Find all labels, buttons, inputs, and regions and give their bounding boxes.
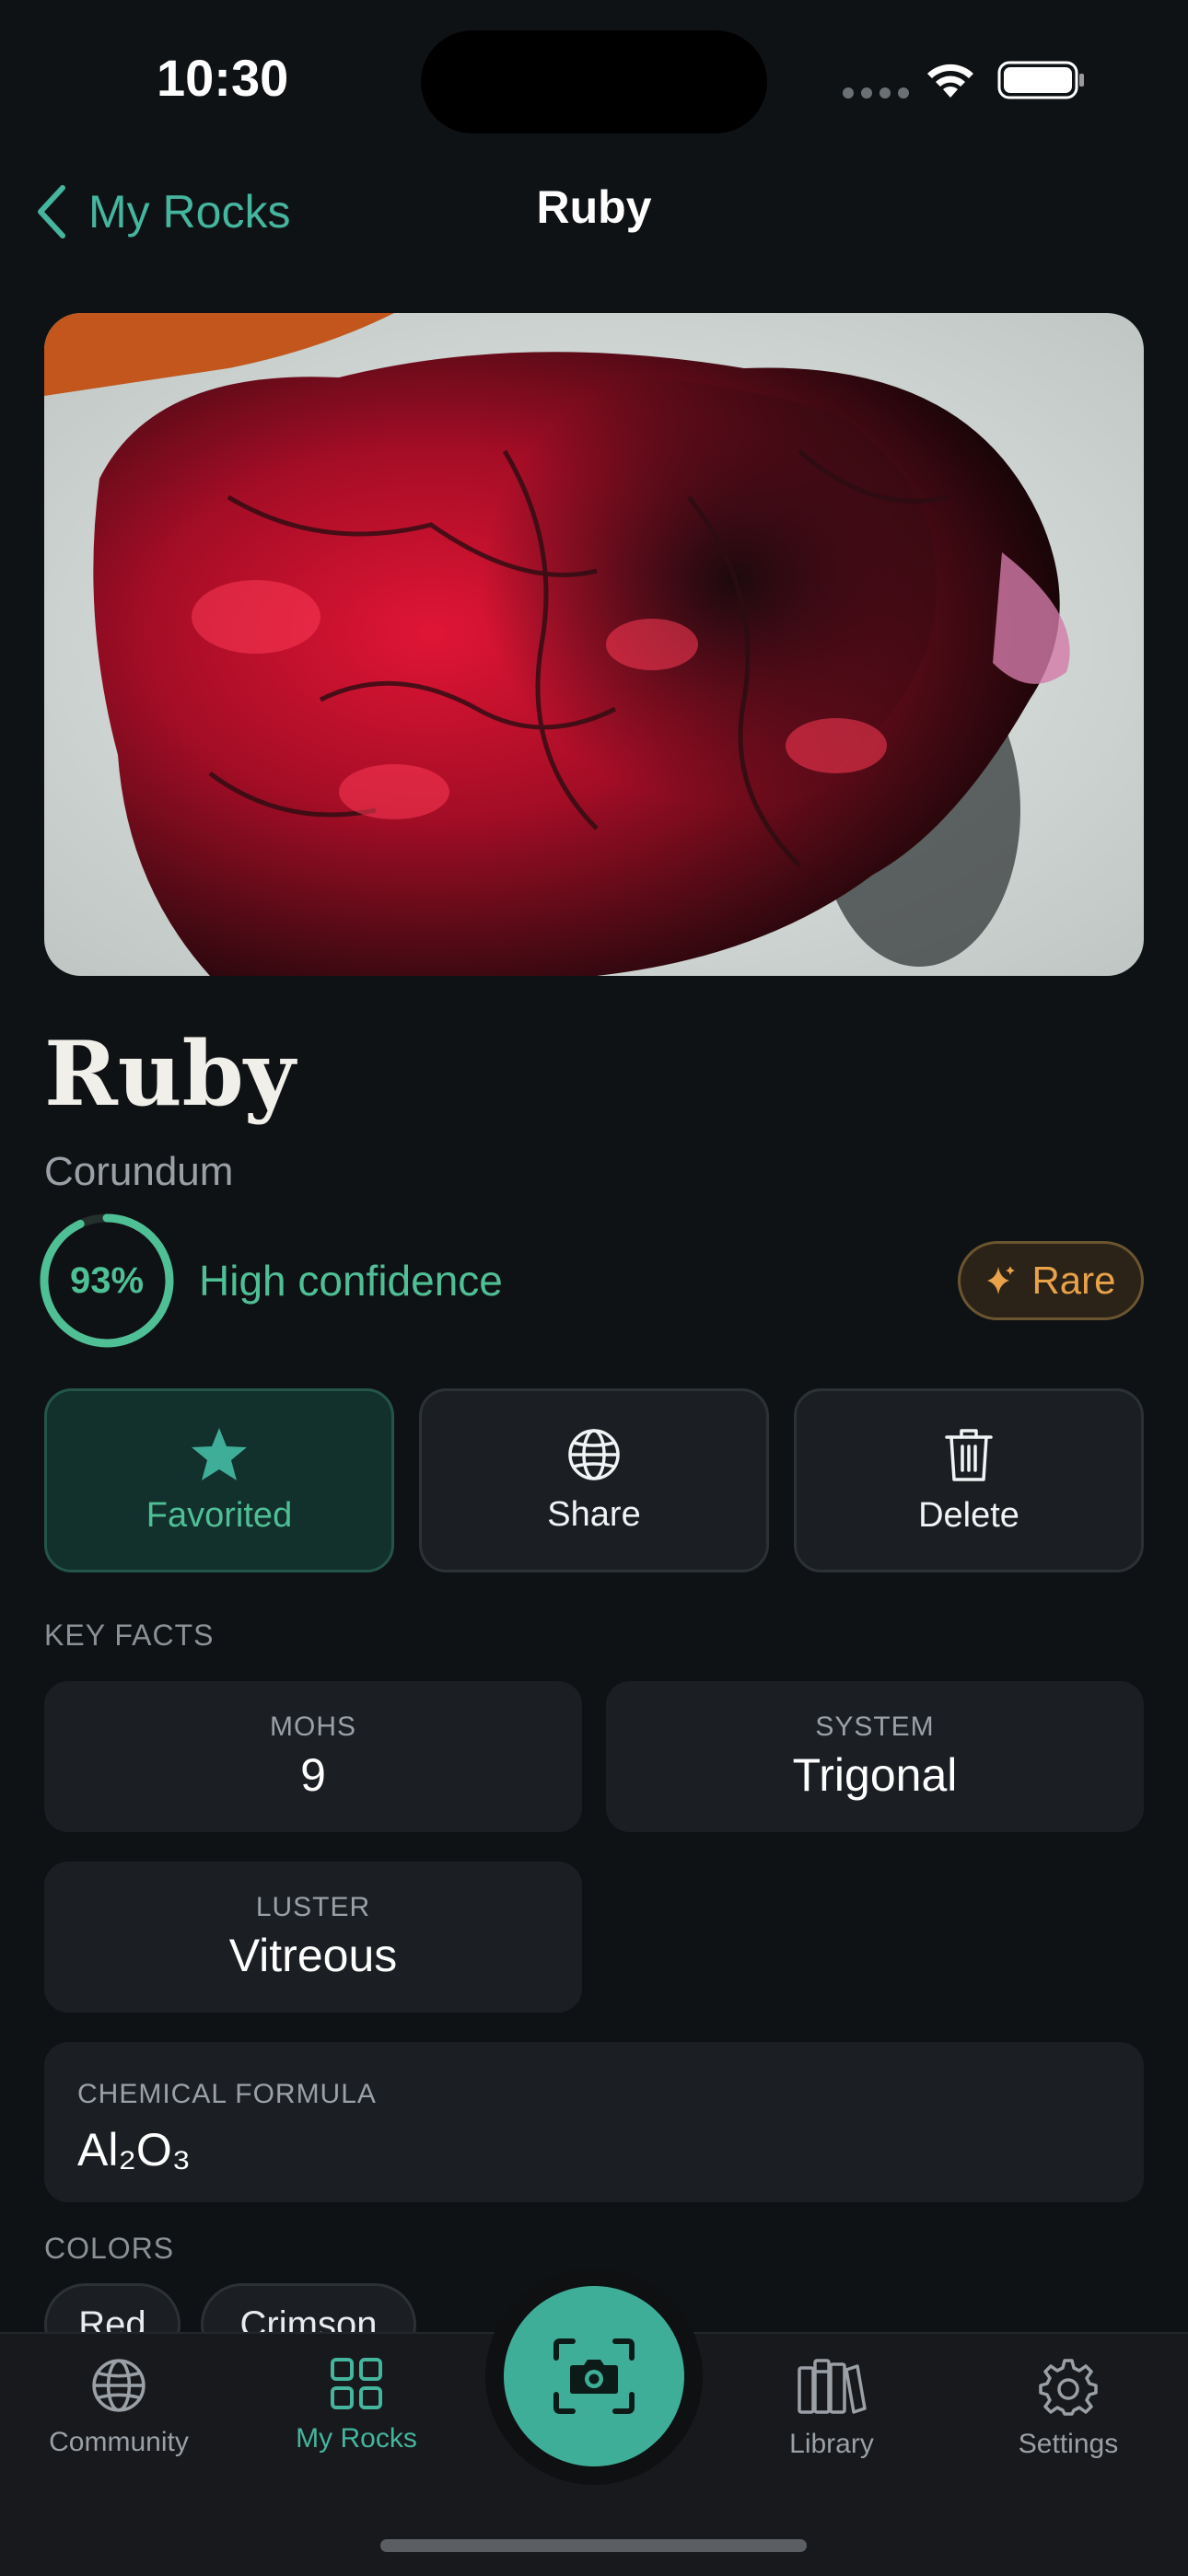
tab-my-rocks[interactable]: My Rocks — [250, 2357, 462, 2454]
share-label: Share — [547, 1494, 641, 1534]
colors-heading: COLORS — [44, 2232, 175, 2265]
globe-icon — [92, 2359, 146, 2412]
mohs-label: MOHS — [270, 1712, 356, 1742]
delete-button[interactable]: Delete — [794, 1388, 1144, 1572]
confidence-percent: 93% — [69, 1259, 145, 1301]
rock-species: Corundum — [44, 1149, 234, 1194]
luster-card: LUSTER Vitreous — [44, 1862, 582, 2013]
confidence-label: High confidence — [199, 1257, 503, 1305]
star-icon — [192, 1427, 247, 1480]
rarity-label: Rare — [1031, 1259, 1116, 1302]
globe-icon — [568, 1428, 620, 1480]
rarity-badge: Rare — [958, 1241, 1144, 1320]
mohs-value: 9 — [300, 1749, 326, 1801]
identify-camera-button[interactable] — [504, 2286, 684, 2466]
luster-value: Vitreous — [228, 1930, 398, 1981]
chemical-formula-card: CHEMICAL FORMULA Al₂O₃ — [44, 2042, 1144, 2202]
page-title: Ruby — [536, 181, 652, 233]
rock-photo — [44, 313, 1144, 976]
trash-icon — [945, 1428, 993, 1481]
tab-library[interactable]: Library — [726, 2357, 938, 2460]
tab-label: Community — [49, 2427, 189, 2457]
battery-icon — [997, 61, 1084, 99]
cellular-signal-icon — [843, 87, 909, 99]
grid-icon — [331, 2358, 382, 2409]
camera-icon — [553, 2338, 635, 2414]
formula-value: Al₂O₃ — [77, 2124, 192, 2176]
favorite-button[interactable]: Favorited — [44, 1388, 394, 1572]
dynamic-island — [421, 30, 767, 133]
tab-label: My Rocks — [296, 2423, 417, 2454]
wifi-icon — [927, 64, 973, 98]
tab-label: Library — [789, 2429, 874, 2459]
system-label: SYSTEM — [815, 1712, 935, 1742]
system-card: SYSTEM Trigonal — [606, 1681, 1144, 1832]
tab-label: Settings — [1018, 2429, 1119, 2459]
status-bar: 10:30 — [0, 0, 1188, 157]
delete-label: Delete — [918, 1495, 1019, 1535]
tab-community[interactable]: Community — [13, 2357, 225, 2458]
status-time: 10:30 — [157, 49, 289, 107]
favorite-label: Favorited — [146, 1495, 293, 1535]
tab-settings[interactable]: Settings — [962, 2357, 1174, 2460]
gear-icon — [1039, 2359, 1098, 2416]
mohs-card: MOHS 9 — [44, 1681, 582, 1832]
rock-name: Ruby — [44, 1022, 296, 1126]
books-icon — [798, 2359, 867, 2414]
share-button[interactable]: Share — [419, 1388, 769, 1572]
luster-label: LUSTER — [255, 1892, 371, 1922]
formula-label: CHEMICAL FORMULA — [77, 2079, 377, 2109]
system-value: Trigonal — [792, 1749, 958, 1801]
sparkle-icon — [987, 1266, 1016, 1294]
home-indicator — [380, 2539, 807, 2552]
key-facts-heading: KEY FACTS — [44, 1619, 215, 1652]
